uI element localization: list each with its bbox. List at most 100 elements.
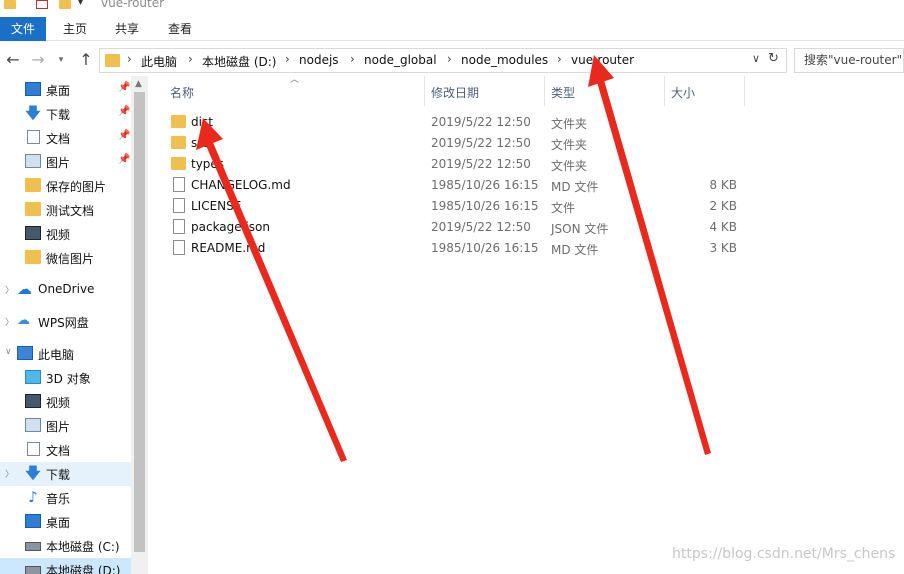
file-row[interactable]: README.md 1985/10/26 16:15 MD 文件 3 KB [168,238,758,259]
sidebar-item-this-pc[interactable]: ∨ 此电脑 [0,342,131,366]
expand-icon[interactable]: 〉 [5,467,14,480]
expand-icon[interactable]: 〉 [5,315,14,328]
sidebar-item-3d-objects[interactable]: 3D 对象 [0,366,131,390]
folder-icon [105,54,120,67]
back-arrow-icon[interactable]: ← [3,49,23,71]
sidebar-item-documents[interactable]: 文档 [0,438,131,462]
column-divider[interactable] [544,76,545,106]
sidebar-item-music[interactable]: ♪ 音乐 [0,486,131,510]
new-folder-icon[interactable] [59,0,71,9]
file-size: 2 KB [709,199,737,213]
sidebar-item-wechat-pictures[interactable]: 微信图片 [0,246,131,270]
column-header-modified[interactable]: 修改日期 [431,84,479,101]
expand-icon[interactable]: 〉 [5,283,14,296]
address-dropdown-icon[interactable]: ∨ [752,52,760,65]
address-bar[interactable]: › 此电脑 › 本地磁盘 (D:) › nodejs › node_global… [99,48,787,73]
sidebar-scrollbar[interactable]: ▲ [131,76,148,574]
sidebar-item-label: 图片 [46,156,71,170]
sidebar-item-test-docs[interactable]: 测试文档 [0,198,131,222]
forward-arrow-icon[interactable]: → [28,49,48,71]
pin-icon[interactable]: 📌 [118,130,130,141]
onedrive-icon: ☁ [17,280,32,298]
file-list: ︿ 名称 修改日期 类型 大小 dist 2019/5/22 12:50 文件夹… [148,75,904,574]
file-row[interactable]: types 2019/5/22 12:50 文件夹 [168,154,758,175]
pin-icon[interactable]: 📌 [118,106,130,117]
breadcrumb-vue-router[interactable]: vue-router [571,53,634,67]
file-row[interactable]: src 2019/5/22 12:50 文件夹 [168,133,758,154]
file-modified: 2019/5/22 12:50 [431,220,531,234]
sidebar-item-label: 音乐 [46,492,71,506]
sidebar-item-documents[interactable]: 文档 📌 [0,126,131,150]
scroll-up-icon[interactable]: ▲ [135,79,142,89]
file-row[interactable]: dist 2019/5/22 12:50 文件夹 [168,112,758,133]
sidebar-item-label: 文档 [46,132,71,146]
sidebar-item-wps-cloud[interactable]: 〉 ☁ WPS网盘 [0,310,131,334]
recent-locations-icon[interactable]: ▾ [51,49,71,71]
sidebar-item-videos[interactable]: 视频 [0,390,131,414]
sidebar-item-desktop[interactable]: 桌面 📌 [0,78,131,102]
column-divider[interactable] [744,76,745,106]
sidebar-item-label: 下载 [46,468,71,482]
folder-icon [171,157,186,170]
breadcrumb-separator-icon[interactable]: › [127,52,132,66]
sidebar-item-label: 桌面 [46,84,71,98]
properties-icon[interactable] [36,0,48,9]
picture-icon [25,418,41,432]
sidebar-item-downloads[interactable]: 〉 🡇 下载 [0,462,131,486]
sidebar-item-label: 3D 对象 [46,372,91,386]
breadcrumb-node-global[interactable]: node_global [364,53,437,67]
breadcrumb-separator-icon[interactable]: › [350,52,355,66]
pin-icon[interactable]: 📌 [118,82,130,93]
breadcrumb-drive-d[interactable]: 本地磁盘 (D:) [202,53,276,70]
sidebar-item-videos[interactable]: 视频 [0,222,131,246]
sidebar-item-label: 本地磁盘 (C:) [46,540,120,554]
breadcrumb-node-modules[interactable]: node_modules [461,53,548,67]
breadcrumb-nodejs[interactable]: nodejs [299,53,339,67]
sidebar-item-label: WPS网盘 [38,316,89,330]
breadcrumb-separator-icon[interactable]: › [447,52,452,66]
sidebar-item-onedrive[interactable]: 〉 ☁ OneDrive [0,278,131,302]
sidebar-item-desktop[interactable]: 桌面 [0,510,131,534]
sidebar-item-drive-c[interactable]: 本地磁盘 (C:) [0,534,131,558]
column-header-type[interactable]: 类型 [551,84,575,101]
collapse-icon[interactable]: ∨ [5,347,12,357]
title-bar: ▾ vue-router [0,0,904,12]
file-name: CHANGELOG.md [191,178,291,192]
file-icon [173,177,185,192]
sidebar-item-downloads[interactable]: 🡇 下载 📌 [0,102,131,126]
search-input[interactable]: 搜索"vue-router" [794,48,904,73]
tab-view[interactable]: 查看 [159,17,201,41]
file-name: README.md [191,241,266,255]
folder-icon [4,0,16,9]
picture-icon [25,154,41,168]
tab-share[interactable]: 共享 [106,17,148,41]
window-title: vue-router [101,0,165,10]
file-row[interactable]: package.json 2019/5/22 12:50 JSON 文件 4 K… [168,217,758,238]
breadcrumb-separator-icon[interactable]: › [188,52,193,66]
sidebar-item-drive-d[interactable]: 本地磁盘 (D:) [0,558,131,574]
file-icon [173,219,185,234]
file-modified: 1985/10/26 16:15 [431,241,539,255]
tab-file[interactable]: 文件 [0,17,46,41]
sidebar-item-label: 本地磁盘 (D:) [46,564,121,574]
column-header-size[interactable]: 大小 [671,84,695,101]
breadcrumb-separator-icon[interactable]: › [285,52,290,66]
refresh-icon[interactable]: ↻ [768,51,779,66]
pin-icon[interactable]: 📌 [118,154,130,165]
up-arrow-icon[interactable]: ↑ [76,49,96,71]
tab-home[interactable]: 主页 [54,17,96,41]
file-type: 文件夹 [551,117,588,131]
file-row[interactable]: CHANGELOG.md 1985/10/26 16:15 MD 文件 8 KB [168,175,758,196]
sidebar-item-pictures[interactable]: 图片 [0,414,131,438]
scroll-thumb[interactable] [134,92,145,552]
file-row[interactable]: LICENSE 1985/10/26 16:15 文件 2 KB [168,196,758,217]
column-divider[interactable] [664,76,665,106]
column-header-name[interactable]: 名称 [170,84,194,101]
column-divider[interactable] [424,76,425,106]
sidebar-item-saved-pictures[interactable]: 保存的图片 [0,174,131,198]
sidebar-item-pictures[interactable]: 图片 📌 [0,150,131,174]
customize-quick-access-icon[interactable]: ▾ [78,0,83,8]
breadcrumb-this-pc[interactable]: 此电脑 [141,53,177,70]
file-modified: 2019/5/22 12:50 [431,136,531,150]
breadcrumb-separator-icon[interactable]: › [557,52,562,66]
